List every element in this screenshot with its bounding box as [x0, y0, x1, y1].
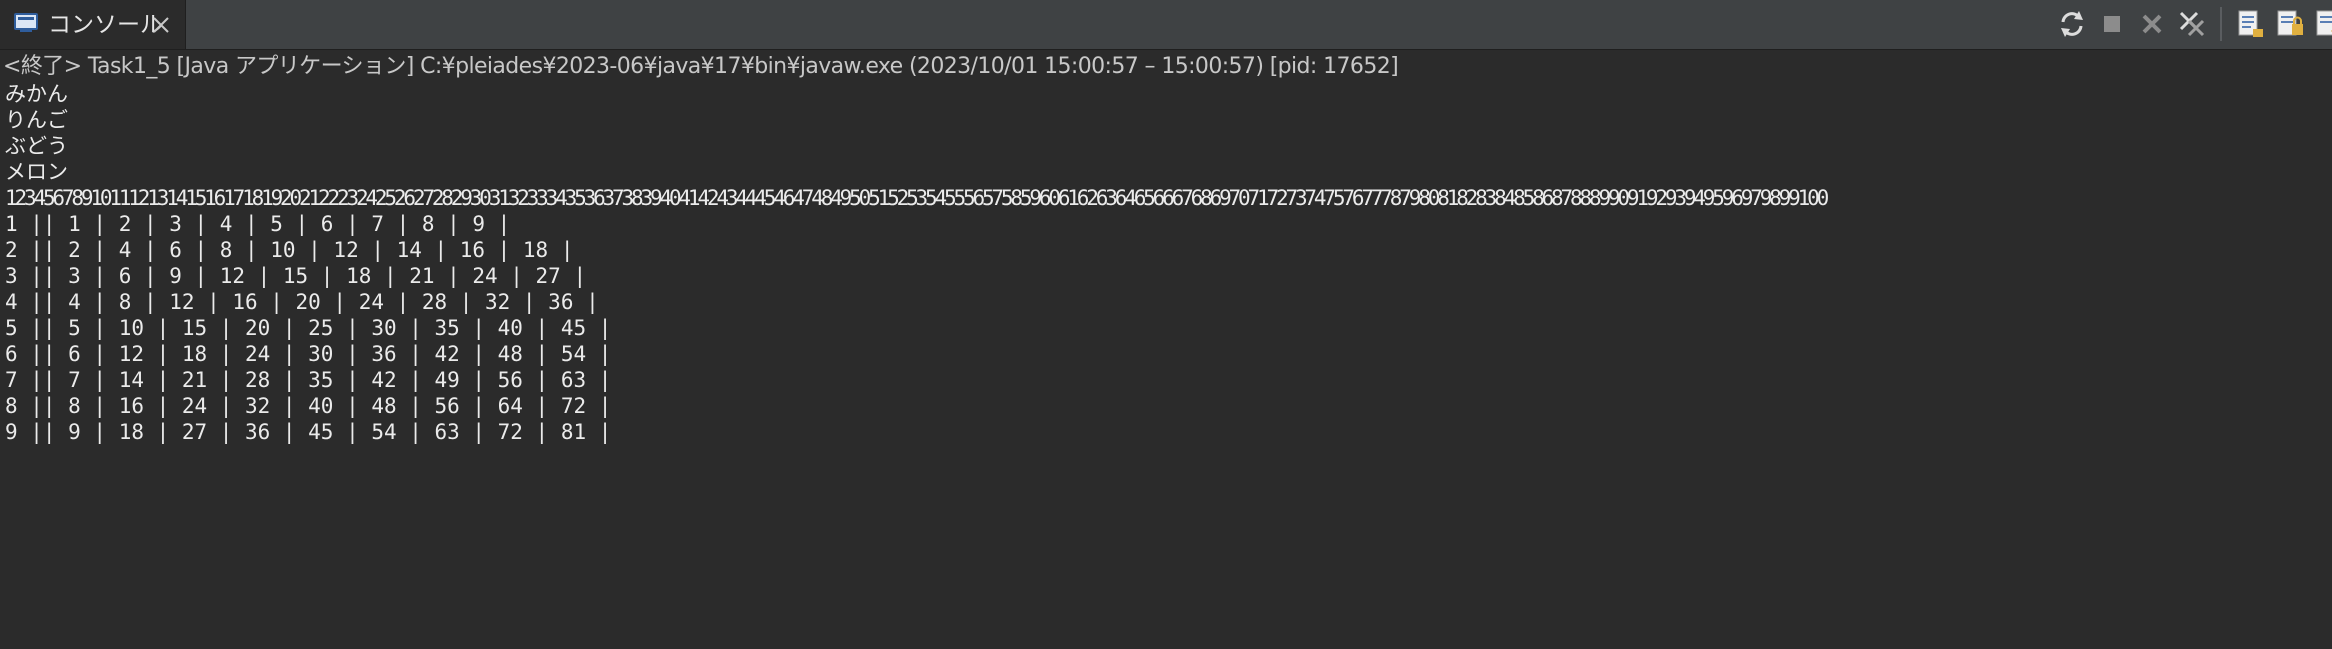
- launch-status-line: <終了> Task1_5 [Java アプリケーション] C:¥pleiades…: [3, 54, 1399, 79]
- console-line: メロン: [5, 160, 68, 184]
- remove-all-terminated-icon[interactable]: [2172, 4, 2212, 44]
- console-icon: [14, 13, 38, 33]
- console-line: 7 || 7 | 14 | 21 | 28 | 35 | 42 | 49 | 5…: [5, 368, 612, 392]
- console-line: 6 || 6 | 12 | 18 | 24 | 30 | 36 | 42 | 4…: [5, 342, 612, 366]
- clear-console-icon[interactable]: [2230, 4, 2270, 44]
- console-output[interactable]: みかん りんご ぶどう メロン 123456789101112131415161…: [5, 81, 2325, 641]
- console-line: 9 || 9 | 18 | 27 | 36 | 45 | 54 | 63 | 7…: [5, 420, 612, 444]
- console-line: みかん: [5, 82, 68, 106]
- tab-console[interactable]: コンソール: [0, 0, 186, 49]
- console-line: 8 || 8 | 16 | 24 | 32 | 40 | 48 | 56 | 6…: [5, 394, 612, 418]
- close-icon[interactable]: [150, 14, 172, 36]
- refresh-icon[interactable]: [2052, 4, 2092, 44]
- console-line: ぶどう: [5, 134, 68, 158]
- view-tab-bar: コンソール: [0, 0, 2332, 50]
- remove-launch-icon[interactable]: [2132, 4, 2172, 44]
- console-line: 5 || 5 | 10 | 15 | 20 | 25 | 30 | 35 | 4…: [5, 316, 612, 340]
- console-line: 2 || 2 | 4 | 6 | 8 | 10 | 12 | 14 | 16 |…: [5, 238, 574, 262]
- console-line: 1234567891011121314151617181920212223242…: [5, 186, 1829, 210]
- terminate-icon[interactable]: [2092, 4, 2132, 44]
- console-line: 1 || 1 | 2 | 3 | 4 | 5 | 6 | 7 | 8 | 9 |: [5, 212, 511, 236]
- tab-console-label: コンソール: [48, 12, 163, 38]
- console-line: 3 || 3 | 6 | 9 | 12 | 15 | 18 | 21 | 24 …: [5, 264, 587, 288]
- word-wrap-icon[interactable]: [2310, 4, 2332, 44]
- console-toolbar: [2052, 4, 2332, 44]
- scroll-lock-icon[interactable]: [2270, 4, 2310, 44]
- console-line: 4 || 4 | 8 | 12 | 16 | 20 | 24 | 28 | 32…: [5, 290, 599, 314]
- toolbar-separator: [2220, 7, 2222, 41]
- console-line: りんご: [5, 108, 68, 132]
